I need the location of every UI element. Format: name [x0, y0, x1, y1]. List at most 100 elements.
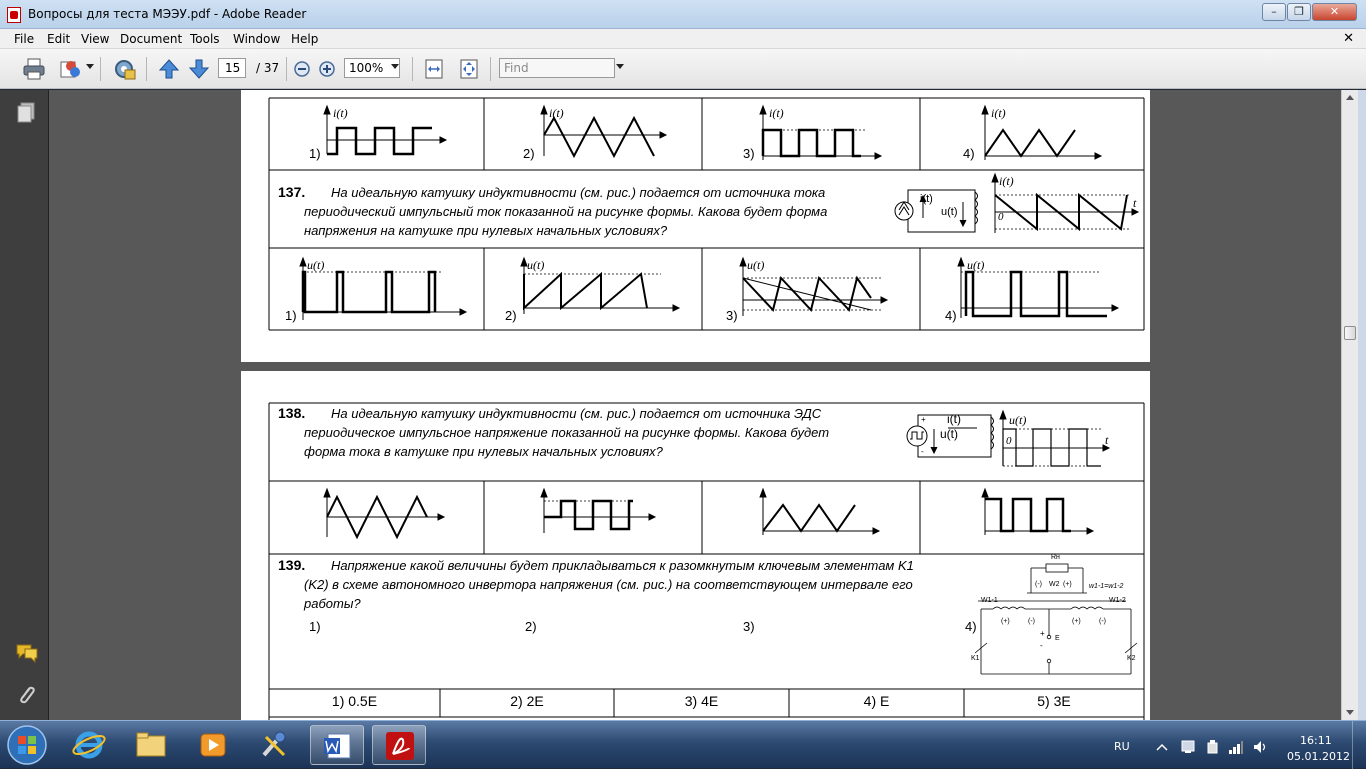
- q139-text-line-2: (K2) в схеме автономного инвертора напря…: [304, 577, 913, 592]
- menu-view[interactable]: View: [81, 32, 109, 46]
- minimize-button[interactable]: –: [1262, 3, 1286, 21]
- q137-given-zero: 0: [998, 211, 1004, 223]
- usb-device-icon[interactable]: [1204, 739, 1220, 755]
- scroll-up-icon[interactable]: [1346, 95, 1354, 100]
- zoom-dropdown-icon[interactable]: [391, 64, 399, 69]
- q137-option-1-label: 1): [285, 308, 297, 323]
- axis-label-ut: u(t): [967, 258, 985, 272]
- page-number-input[interactable]: 15: [218, 58, 246, 78]
- close-button[interactable]: ✕: [1312, 3, 1357, 21]
- q139-circuit-pm: (-): [1028, 618, 1035, 625]
- previous-page-icon[interactable]: [157, 57, 181, 81]
- menu-help[interactable]: Help: [291, 32, 318, 46]
- show-desktop-button[interactable]: [1352, 721, 1366, 769]
- internet-explorer-icon: [72, 731, 106, 759]
- q139-circuit-pp: (+): [1063, 581, 1072, 588]
- q139-circuit-weq: w1-1=w1-2: [1089, 583, 1124, 590]
- q138-text-line-3: форма тока в катушке при нулевых начальн…: [304, 444, 663, 459]
- scroll-down-icon[interactable]: [1346, 710, 1354, 715]
- q139-circuit-minus: -: [1040, 641, 1043, 650]
- network-icon[interactable]: [1228, 739, 1244, 755]
- find-dropdown-icon[interactable]: [616, 64, 624, 69]
- q138-given-t: t: [1105, 433, 1109, 447]
- q138-circuit-it: i(t): [947, 412, 961, 426]
- taskbar-media-player[interactable]: [186, 725, 240, 765]
- taskbar-explorer[interactable]: [124, 725, 178, 765]
- q138-number: 138.: [278, 405, 306, 421]
- q136-option-1-label: 1): [309, 146, 321, 161]
- q139-circuit-w11: W1-1: [981, 597, 998, 604]
- toolbar-separator: [490, 57, 491, 81]
- print-icon[interactable]: [22, 57, 46, 81]
- q138-circuit-plus: +: [921, 415, 926, 424]
- q139-text-line-3: работы?: [304, 596, 361, 611]
- collaborate-icon[interactable]: [58, 57, 82, 81]
- toolbar-separator: [146, 57, 147, 81]
- adobe-reader-icon: [386, 732, 414, 760]
- fit-width-icon[interactable]: [422, 57, 446, 81]
- find-input[interactable]: Find: [499, 58, 615, 78]
- q139-circuit-e: E: [1055, 635, 1060, 642]
- q138-given-zero: 0: [1006, 435, 1012, 447]
- show-hidden-icons-icon[interactable]: [1156, 743, 1168, 751]
- comments-icon[interactable]: [15, 642, 39, 664]
- q136-option-4-label: 4): [963, 146, 975, 161]
- q138-option-2-label: 2): [525, 619, 537, 634]
- collaborate-dropdown-icon[interactable]: [86, 64, 94, 69]
- q137-circuit-it: i(t): [920, 193, 933, 205]
- clock-date[interactable]: 05.01.2012: [1287, 750, 1350, 763]
- fit-page-icon[interactable]: [457, 57, 481, 81]
- menu-window[interactable]: Window: [233, 32, 280, 46]
- menu-bar: File Edit View Document Tools Window Hel…: [0, 29, 1366, 49]
- language-indicator[interactable]: RU: [1114, 740, 1130, 753]
- q137-number: 137.: [278, 184, 306, 200]
- axis-label-ut: u(t): [307, 258, 325, 272]
- attachments-icon[interactable]: [16, 684, 38, 706]
- vertical-scrollbar[interactable]: [1341, 90, 1358, 720]
- q136-option-3-label: 3): [743, 146, 755, 161]
- axis-label-ut: u(t): [527, 258, 545, 272]
- q138-given-ut: u(t): [1009, 413, 1027, 427]
- axis-label-it: i(t): [769, 106, 784, 120]
- q139-circuit-w2: W2: [1049, 581, 1060, 588]
- q137-given-t: t: [1133, 196, 1137, 210]
- menu-document[interactable]: Document: [120, 32, 182, 46]
- next-page-icon[interactable]: [187, 57, 211, 81]
- document-view[interactable]: 1) 2) 3) 4) i(t) i(t) i(t) i(t) 137. На …: [49, 90, 1341, 720]
- toolbar-separator: [286, 57, 287, 81]
- toolbar: 15 / 37 100% Find: [0, 49, 1366, 89]
- taskbar-word[interactable]: [310, 725, 364, 765]
- zoom-out-icon[interactable]: [293, 60, 311, 78]
- taskbar-internet-explorer[interactable]: [62, 725, 116, 765]
- start-button-icon[interactable]: [4, 723, 50, 767]
- taskbar-tool[interactable]: [248, 725, 302, 765]
- menu-tools[interactable]: Tools: [190, 32, 220, 46]
- close-document-icon[interactable]: ✕: [1343, 31, 1354, 46]
- q139-answer-4: 4) E: [863, 693, 890, 709]
- scrollbar-thumb[interactable]: [1344, 326, 1356, 340]
- q137-text-line-1: На идеальную катушку индуктивности (см. …: [331, 185, 826, 200]
- volume-icon[interactable]: [1252, 739, 1268, 755]
- action-center-icon[interactable]: [1180, 739, 1196, 755]
- axis-label-ut: u(t): [747, 258, 765, 272]
- q137-circuit-ut: u(t): [941, 206, 958, 218]
- taskbar-adobe-reader[interactable]: [372, 725, 426, 765]
- pages-icon[interactable]: [16, 102, 36, 124]
- settings-gear-icon[interactable]: [112, 57, 136, 81]
- q139-circuit-pm: (-): [1099, 618, 1106, 625]
- menu-file[interactable]: File: [14, 32, 34, 46]
- zoom-in-icon[interactable]: [318, 60, 336, 78]
- q139-text-line-1: Напряжение какой величины будет приклады…: [331, 558, 914, 573]
- navigation-panel: [0, 90, 49, 720]
- page-total: / 37: [256, 61, 280, 75]
- q139-circuit-w12: W1-2: [1109, 597, 1126, 604]
- toolbar-separator: [100, 57, 101, 81]
- q139-answer-1: 1) 0.5E: [331, 693, 378, 709]
- axis-label-it: i(t): [333, 106, 348, 120]
- restore-button[interactable]: ❐: [1287, 3, 1311, 21]
- q139-circuit-pp: (+): [1072, 618, 1081, 625]
- clock-time[interactable]: 16:11: [1300, 734, 1332, 747]
- menu-edit[interactable]: Edit: [47, 32, 70, 46]
- q136-option-2-label: 2): [523, 146, 535, 161]
- q138-circuit-ut: u(t): [940, 427, 958, 441]
